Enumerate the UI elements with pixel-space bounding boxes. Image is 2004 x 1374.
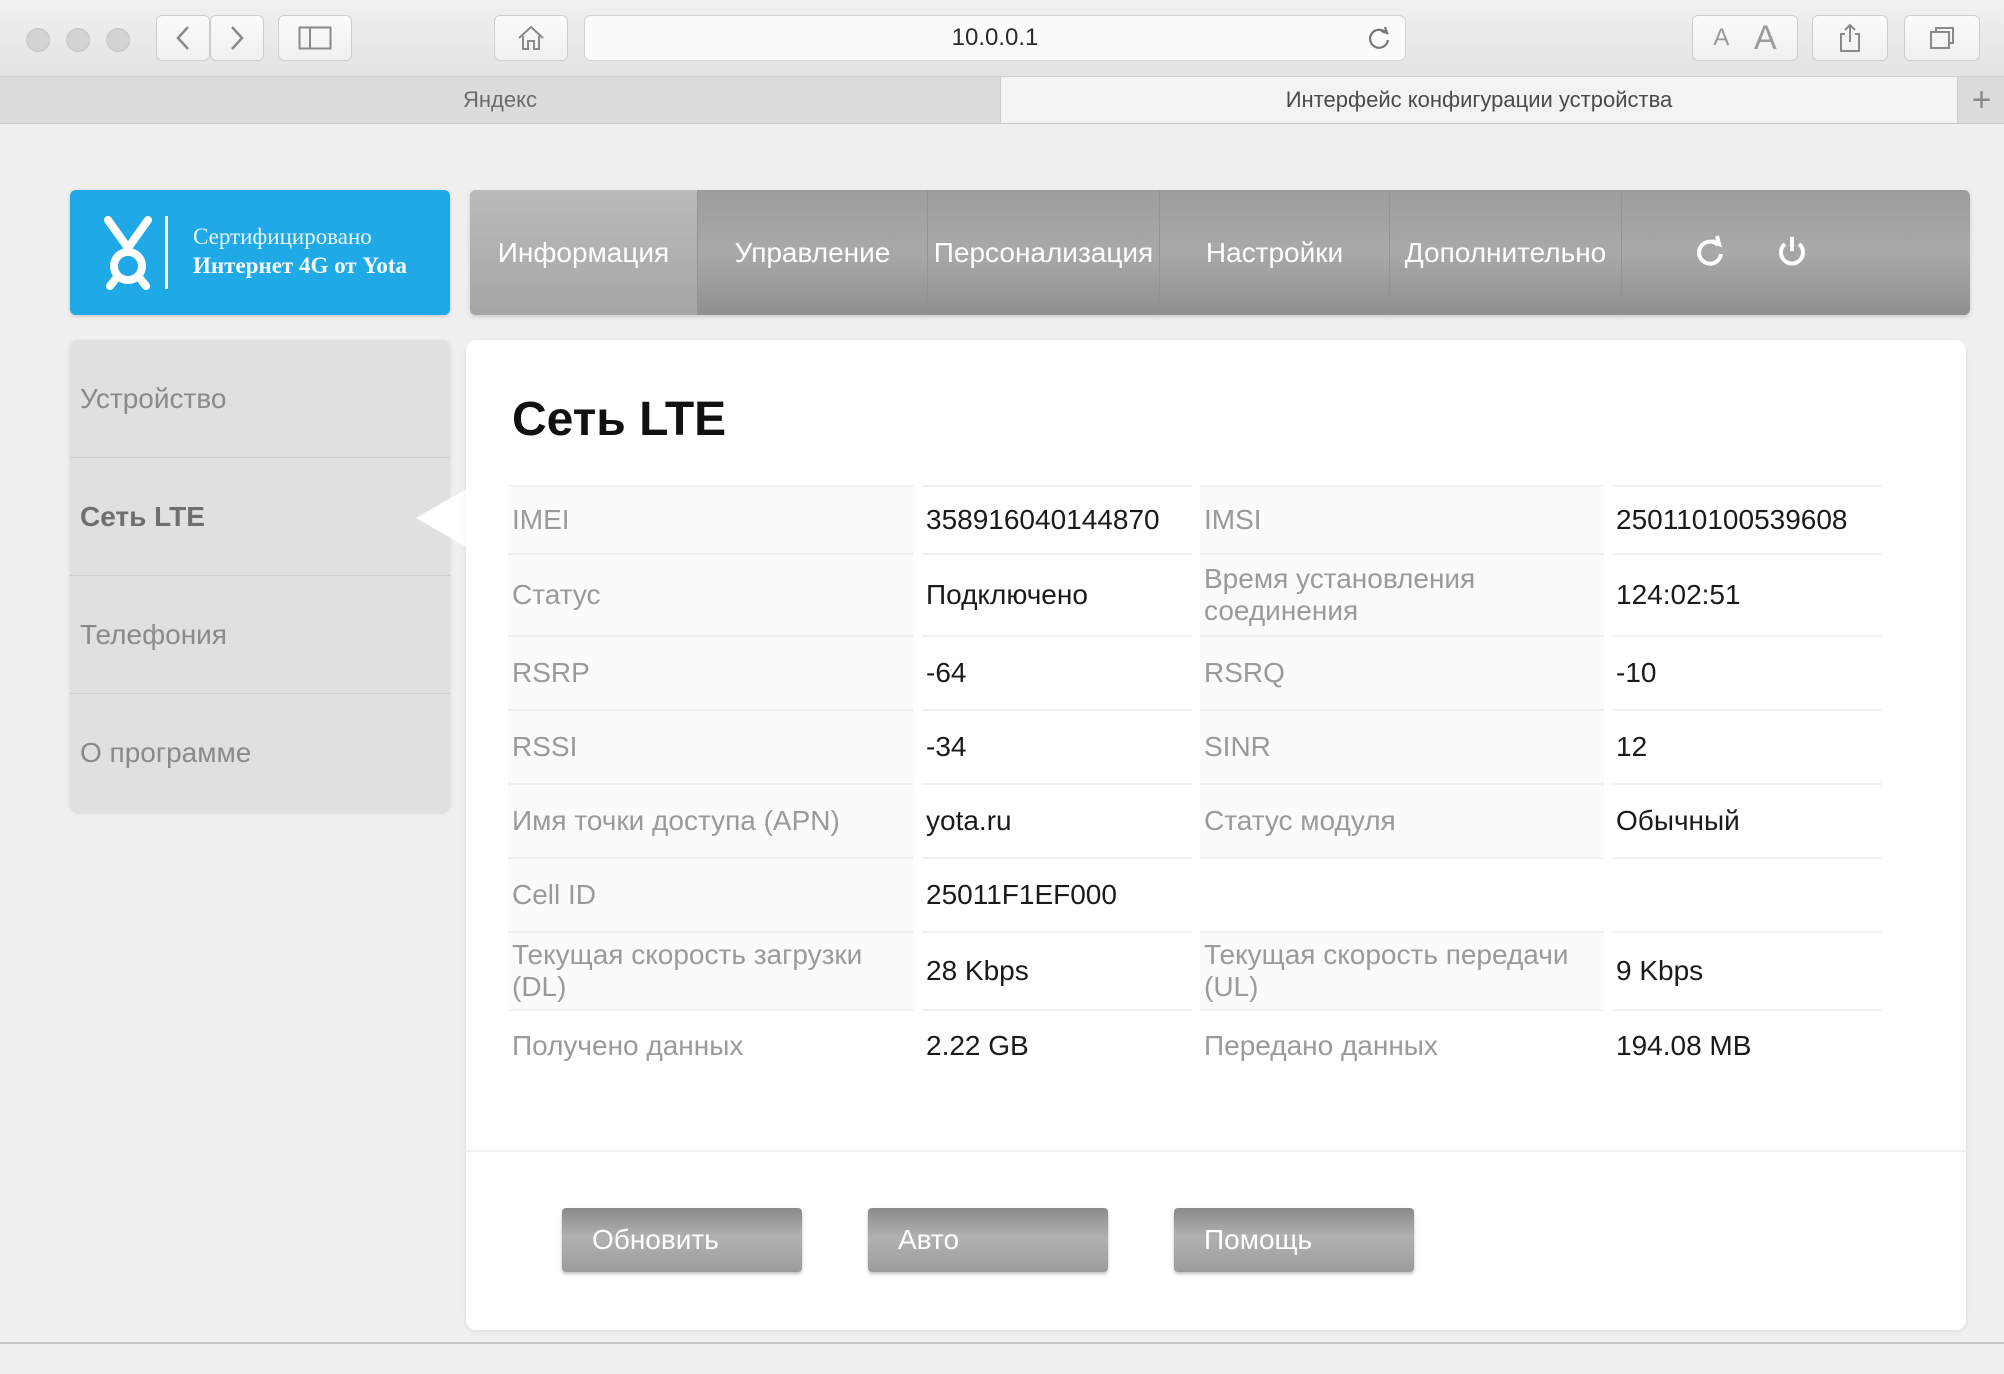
url-text: 10.0.0.1 (951, 24, 1039, 51)
table-row: Статус Подключено Время установления сое… (508, 553, 1882, 635)
help-button[interactable]: Помощь (1174, 1208, 1414, 1272)
chevron-right-icon (231, 26, 244, 50)
share-icon (1840, 23, 1860, 52)
tabs-overview-button[interactable] (1904, 15, 1980, 61)
logo-divider (165, 216, 168, 289)
top-navigation: Информация Управление Персонализация Нас… (470, 190, 1970, 315)
nav-settings[interactable]: Настройки (1160, 190, 1390, 315)
sidebar-item-label: Телефония (80, 618, 227, 650)
sidebar-item-telephony[interactable]: Телефония (70, 576, 450, 694)
sidebar-item-device[interactable]: Устройство (70, 340, 450, 458)
upload-speed-value: 9 Kbps (1612, 931, 1882, 1009)
home-button[interactable] (494, 15, 568, 61)
rsrp-label: RSRP (508, 635, 914, 709)
active-item-pointer (416, 488, 468, 548)
tab-label: Интерфейс конфигурации устройства (1285, 87, 1673, 112)
forward-button[interactable] (210, 15, 264, 61)
sidebar-toggle-button[interactable] (278, 15, 352, 61)
data-sent-value: 194.08 MB (1612, 1009, 1882, 1081)
rsrq-value: -10 (1612, 635, 1882, 709)
browser-toolbar: 10.0.0.1 A A (0, 0, 2004, 77)
apn-label: Имя точки доступа (APN) (508, 783, 914, 857)
sidebar-item-about[interactable]: О программе (70, 694, 450, 812)
data-received-label: Получено данных (508, 1009, 914, 1081)
rssi-value: -34 (922, 709, 1192, 783)
download-speed-value: 28 Kbps (922, 931, 1192, 1009)
font-size-buttons: A A (1692, 15, 1798, 61)
table-row: Cell ID 25011F1EF000 (508, 857, 1882, 931)
tab-bar: Яндекс Интерфейс конфигурации устройства… (0, 77, 2004, 124)
sidebar-item-label: Сеть LTE (80, 500, 205, 532)
tabs-icon (1930, 27, 1954, 49)
logo-line-1: Сертифицировано (193, 224, 372, 249)
home-icon (518, 25, 544, 50)
sidebar-item-label: О программе (80, 737, 252, 768)
rsrp-value: -64 (922, 635, 1192, 709)
tab-yandex[interactable]: Яндекс (0, 77, 1000, 123)
content-panel: Сеть LTE IMEI 358916040144870 IMSI 25011… (466, 340, 1966, 1330)
share-button[interactable] (1812, 15, 1888, 61)
rsrq-label: RSRQ (1200, 635, 1604, 709)
decrease-font-button[interactable]: A (1713, 24, 1729, 52)
sidebar-item-label: Устройство (80, 382, 227, 414)
back-button[interactable] (156, 15, 210, 61)
apn-value: yota.ru (922, 783, 1192, 857)
data-sent-label: Передано данных (1200, 1009, 1604, 1081)
download-speed-label: Текущая скорость загрузки (DL) (508, 931, 914, 1009)
status-value: Подключено (922, 553, 1192, 635)
empty-value (1612, 857, 1882, 931)
nav-advanced[interactable]: Дополнительно (1390, 190, 1622, 315)
chevron-left-icon (176, 26, 189, 50)
table-row: RSRP -64 RSRQ -10 (508, 635, 1882, 709)
nav-personalization[interactable]: Персонализация (928, 190, 1160, 315)
close-window-button[interactable] (26, 28, 50, 52)
tab-label: Яндекс (463, 87, 537, 112)
sidebar-item-lte[interactable]: Сеть LTE (70, 458, 450, 576)
sinr-value: 12 (1612, 709, 1882, 783)
logo-line-2: Интернет 4G от Yota (193, 253, 408, 278)
module-status-value: Обычный (1612, 783, 1882, 857)
zoom-window-button[interactable] (106, 28, 130, 52)
nav-info[interactable]: Информация (470, 190, 698, 315)
window-bottom-border (0, 1342, 2004, 1344)
address-bar[interactable]: 10.0.0.1 (584, 15, 1406, 61)
upload-speed-label: Текущая скорость передачи (UL) (1200, 931, 1604, 1009)
module-status-label: Статус модуля (1200, 783, 1604, 857)
connection-time-value: 124:02:51 (1612, 553, 1882, 635)
logo-text: Сертифицировано Интернет 4G от Yota (193, 222, 407, 280)
imsi-value: 250110100539608 (1612, 485, 1882, 553)
status-label: Статус (508, 553, 914, 635)
reload-icon[interactable] (1365, 25, 1393, 53)
table-row: RSSI -34 SINR 12 (508, 709, 1882, 783)
refresh-icon[interactable] (1692, 234, 1728, 270)
minimize-window-button[interactable] (66, 28, 90, 52)
imei-value: 358916040144870 (922, 485, 1192, 553)
data-received-value: 2.22 GB (922, 1009, 1192, 1081)
nav-management[interactable]: Управление (698, 190, 928, 315)
sidebar: Устройство Сеть LTE Телефония О программ… (70, 340, 450, 812)
sidebar-icon (298, 26, 332, 50)
power-icon[interactable] (1774, 234, 1810, 270)
sinr-label: SINR (1200, 709, 1604, 783)
increase-font-button[interactable]: A (1754, 19, 1777, 58)
auto-button[interactable]: Авто (868, 1208, 1108, 1272)
table-row: Имя точки доступа (APN) yota.ru Статус м… (508, 783, 1882, 857)
imsi-label: IMSI (1200, 485, 1604, 553)
yota-logo: Сертифицировано Интернет 4G от Yota (70, 190, 450, 315)
page-title: Сеть LTE (512, 393, 727, 446)
connection-time-label: Время установления соединения (1200, 553, 1604, 635)
cell-id-value: 25011F1EF000 (922, 857, 1192, 931)
empty-label (1200, 857, 1604, 931)
yota-logo-icon (104, 216, 152, 290)
table-row: IMEI 358916040144870 IMSI 25011010053960… (508, 485, 1882, 553)
divider (466, 1150, 1966, 1152)
table-row: Получено данных 2.22 GB Передано данных … (508, 1009, 1882, 1081)
table-row: Текущая скорость загрузки (DL) 28 Kbps Т… (508, 931, 1882, 1009)
imei-label: IMEI (508, 485, 914, 553)
new-tab-button[interactable]: + (1959, 77, 2004, 123)
tab-device-config[interactable]: Интерфейс конфигурации устройства (1000, 77, 1958, 123)
refresh-button[interactable]: Обновить (562, 1208, 802, 1272)
rssi-label: RSSI (508, 709, 914, 783)
cell-id-label: Cell ID (508, 857, 914, 931)
